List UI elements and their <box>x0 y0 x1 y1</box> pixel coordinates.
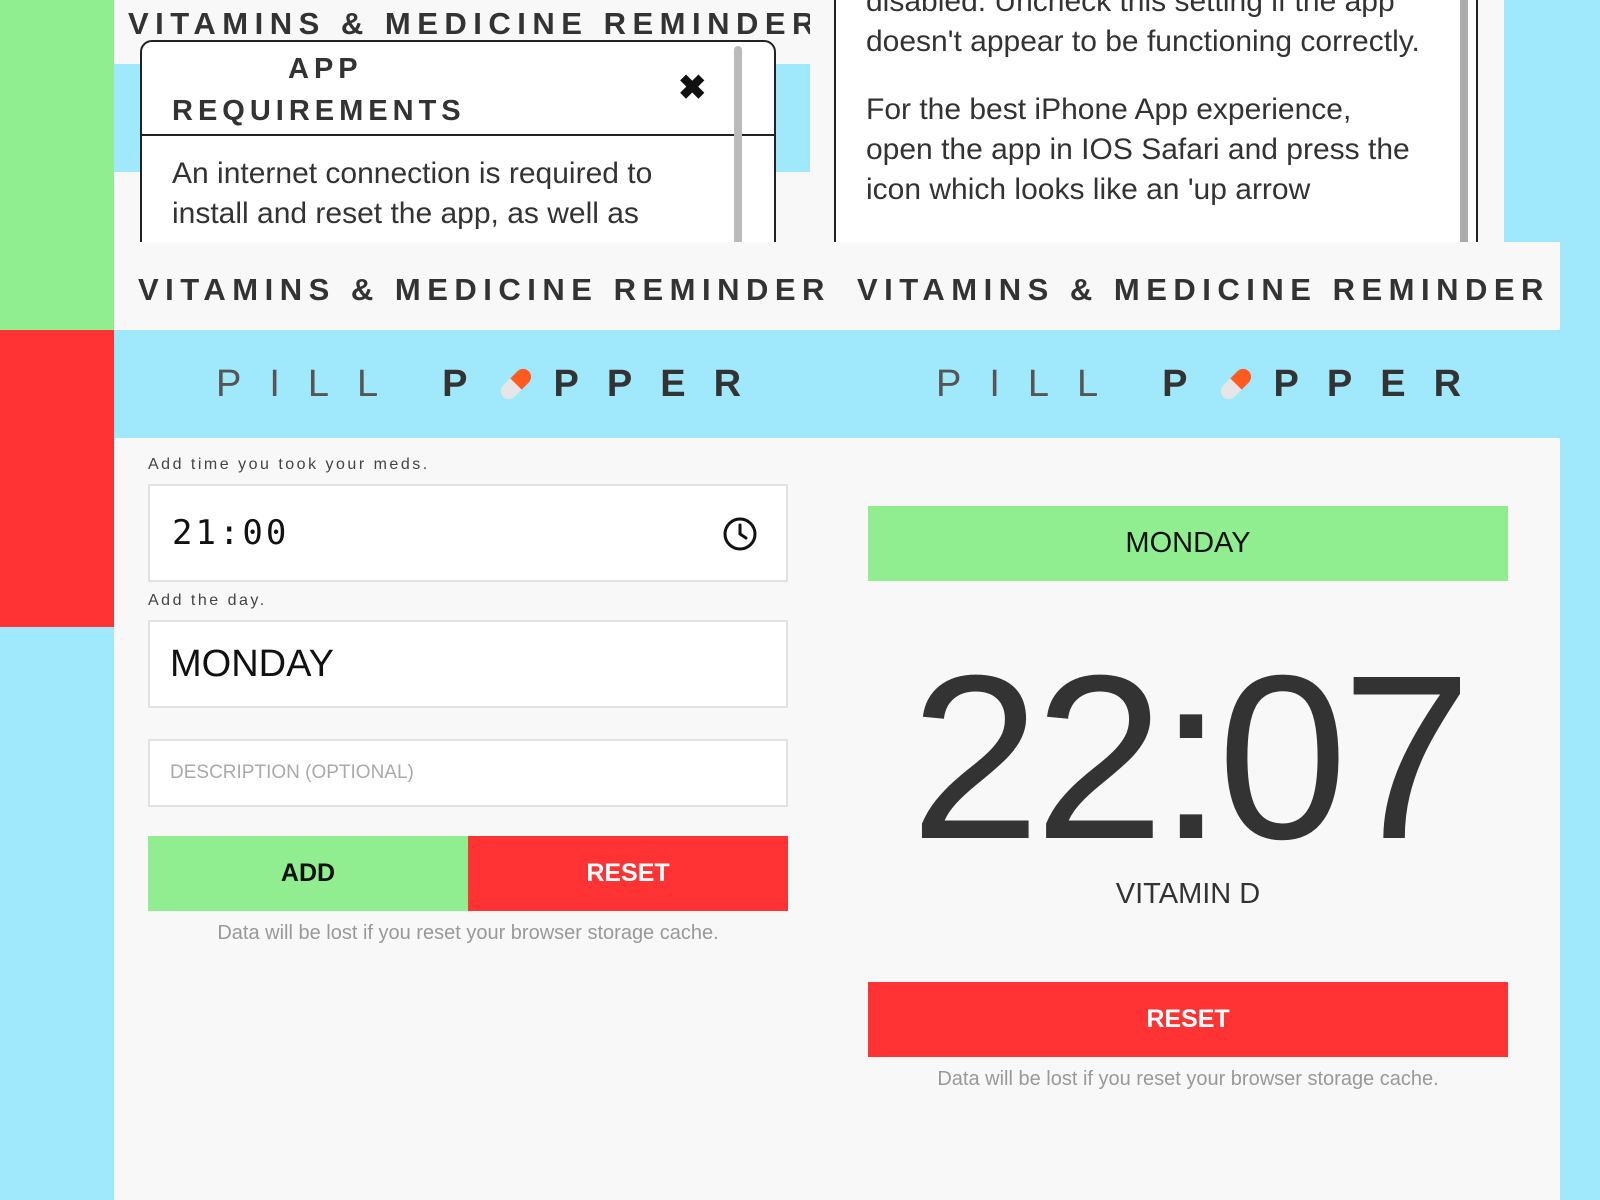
info-scrollbar[interactable] <box>1460 0 1468 242</box>
modal-title: APP REQUIREMENTS <box>172 48 502 132</box>
requirements-screen: VITAMINS & MEDICINE REMINDER APP REQUIRE… <box>114 0 810 242</box>
pill-popper-logo: PILL P PPER <box>936 360 1489 408</box>
day-label: Add the day. <box>148 592 267 609</box>
logo-word-pper: PPER <box>1273 362 1490 405</box>
clock-icon[interactable] <box>722 516 758 552</box>
last-dose-time: 22:07 <box>910 626 1472 888</box>
app-title: VITAMINS & MEDICINE REMINDER <box>857 272 1550 307</box>
info-card: disabled. Uncheck this setting if the ap… <box>834 0 1478 242</box>
info-screen: disabled. Uncheck this setting if the ap… <box>810 0 1504 242</box>
app-screens: VITAMINS & MEDICINE REMINDER VITAMINS & … <box>114 242 1560 1200</box>
modal-body-text: An internet connection is required to in… <box>172 157 653 230</box>
logo-letter-p: P <box>442 362 496 405</box>
time-input[interactable]: 21:00 <box>148 484 788 582</box>
description-placeholder: DESCRIPTION (OPTIONAL) <box>170 762 414 783</box>
reset-button[interactable]: RESET <box>468 836 788 911</box>
pill-popper-logo: PILL P PPER <box>216 360 769 408</box>
info-paragraph: For the best iPhone App experience, open… <box>866 93 1410 206</box>
logo-word-pill: PILL <box>936 362 1127 405</box>
modal-title-line2: REQUIREMENTS <box>172 95 466 127</box>
logo-word-pper: PPER <box>553 362 770 405</box>
time-label: Add time you took your meds. <box>148 456 430 473</box>
app-title: VITAMINS & MEDICINE REMINDER <box>128 6 810 41</box>
logo-letter-p: P <box>1162 362 1216 405</box>
time-value: 21:00 <box>172 513 290 553</box>
capsule-icon <box>1220 368 1251 400</box>
modal-scrollbar[interactable] <box>734 46 742 242</box>
logo-bar: PILL P PPER PILL P PPER <box>114 330 1560 438</box>
add-button[interactable]: ADD <box>148 836 468 911</box>
close-icon[interactable]: ✖ <box>678 68 707 108</box>
medicine-name: VITAMIN D <box>1115 878 1261 910</box>
green-strip <box>0 0 114 330</box>
reset-button[interactable]: RESET <box>868 982 1508 1057</box>
storage-warning: Data will be lost if you reset your brow… <box>937 1068 1439 1090</box>
red-strip <box>0 330 114 627</box>
storage-warning: Data will be lost if you reset your brow… <box>217 922 719 944</box>
app-title: VITAMINS & MEDICINE REMINDER <box>138 272 831 307</box>
requirements-modal: APP REQUIREMENTS ✖ An internet connectio… <box>140 40 776 242</box>
day-banner: MONDAY <box>868 506 1508 581</box>
day-value: MONDAY <box>170 642 334 685</box>
day-field[interactable]: MONDAY <box>148 620 788 708</box>
modal-header: APP REQUIREMENTS ✖ <box>142 42 774 136</box>
info-paragraph: disabled. Uncheck this setting if the ap… <box>866 0 1420 58</box>
capsule-icon <box>500 368 531 400</box>
logo-word-pill: PILL <box>216 362 407 405</box>
description-input[interactable]: DESCRIPTION (OPTIONAL) <box>148 739 788 807</box>
modal-title-line1: APP <box>288 53 363 85</box>
